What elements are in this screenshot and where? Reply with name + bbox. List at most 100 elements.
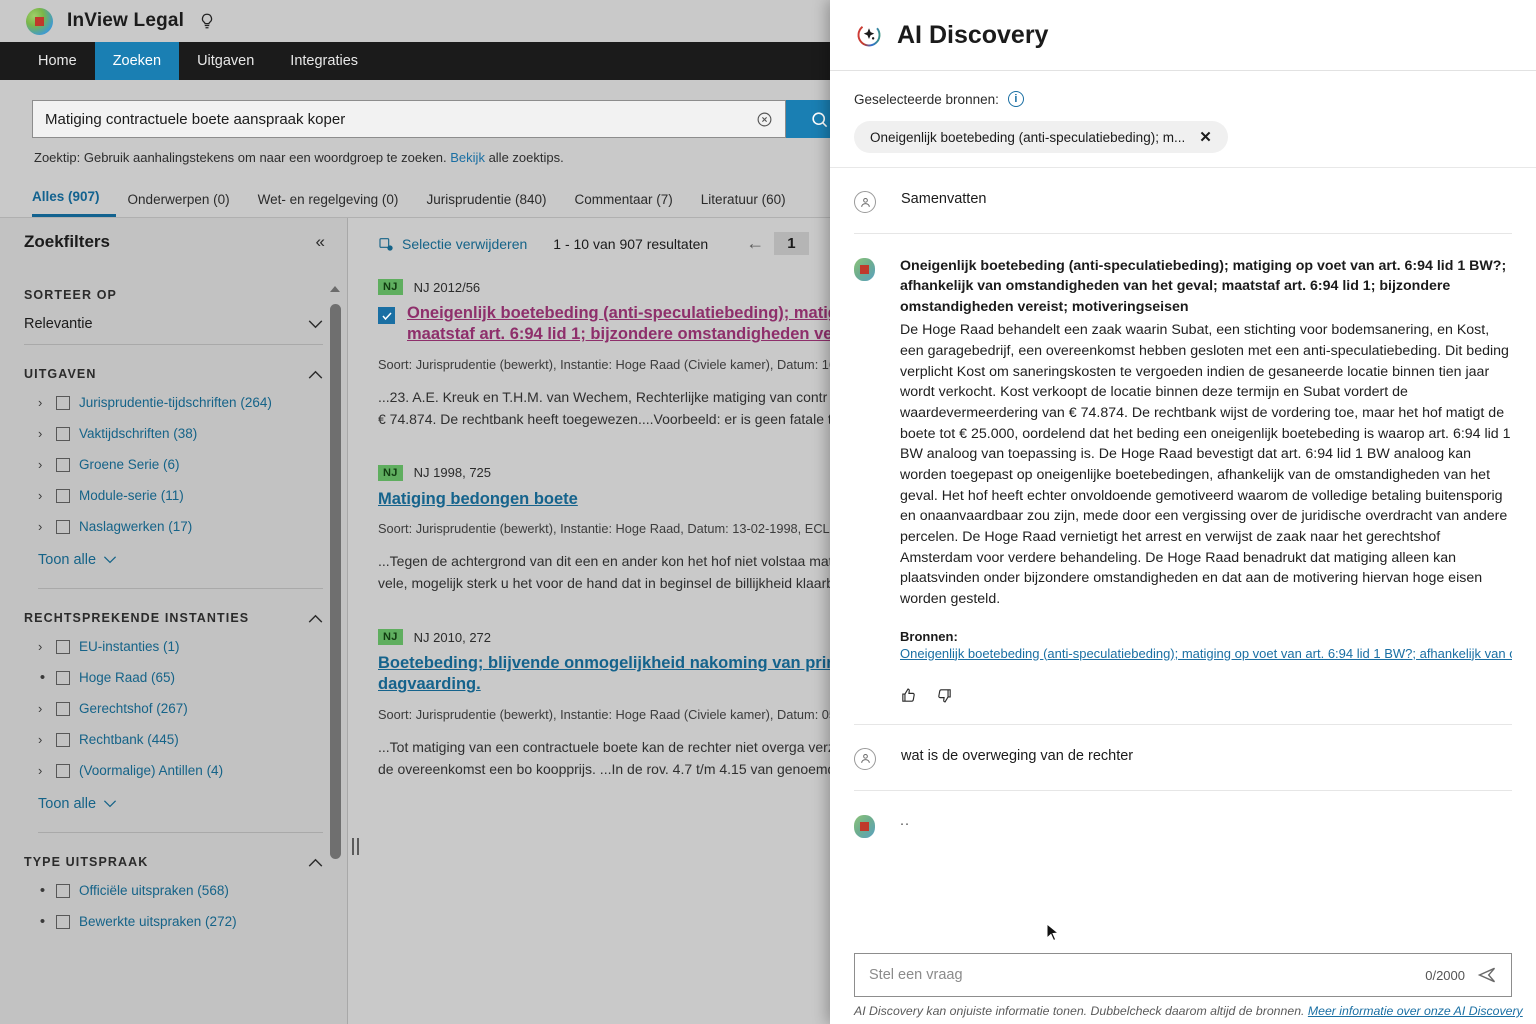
filter-divider bbox=[38, 832, 323, 833]
tab-wet-en-regelgeving[interactable]: Wet- en regelgeving (0) bbox=[258, 192, 415, 217]
filter-item[interactable]: •Officiële uitspraken (568) bbox=[24, 875, 323, 906]
filters-title: Zoekfilters bbox=[24, 232, 110, 252]
tab-literatuur[interactable]: Literatuur (60) bbox=[701, 192, 802, 217]
ask-question-box[interactable]: 0/2000 bbox=[854, 953, 1512, 997]
show-all-instanties[interactable]: Toon alle bbox=[24, 786, 323, 816]
results-count: 1 - 10 van 907 resultaten bbox=[553, 236, 708, 252]
filter-item[interactable]: › EU-instanties (1) bbox=[24, 631, 323, 662]
close-icon[interactable]: ✕ bbox=[1199, 128, 1212, 146]
tab-commentaar[interactable]: Commentaar (7) bbox=[575, 192, 689, 217]
ai-disclaimer-link[interactable]: Meer informatie over onze AI Discovery bbox=[1308, 1004, 1523, 1018]
chevron-right-icon[interactable]: › bbox=[38, 426, 47, 441]
filter-item[interactable]: › Module-serie (11) bbox=[24, 480, 323, 511]
filter-label[interactable]: (Voormalige) Antillen (4) bbox=[79, 763, 223, 778]
filter-label[interactable]: Module-serie (11) bbox=[79, 488, 184, 503]
search-tip-prefix: Zoektip: Gebruik aanhalingstekens om naa… bbox=[34, 150, 450, 165]
filter-item[interactable]: › Jurisprudentie-tijdschriften (264) bbox=[24, 387, 323, 418]
filter-label[interactable]: Naslagwerken (17) bbox=[79, 519, 192, 534]
send-icon[interactable] bbox=[1477, 965, 1497, 985]
info-icon[interactable]: i bbox=[1008, 91, 1024, 107]
filters-header: Zoekfilters « bbox=[0, 218, 347, 266]
filter-checkbox[interactable] bbox=[56, 671, 70, 685]
lightbulb-icon[interactable] bbox=[198, 12, 216, 30]
chat-user-text: wat is de overweging van de rechter bbox=[901, 747, 1133, 770]
collapse-left-icon[interactable]: « bbox=[316, 232, 325, 252]
filter-label[interactable]: Rechtbank (445) bbox=[79, 732, 179, 747]
group-label-instanties: RECHTSPREKENDE INSTANTIES bbox=[24, 611, 249, 625]
bullet-icon: • bbox=[38, 670, 47, 685]
panel-splitter[interactable] bbox=[348, 218, 364, 1024]
clear-circle-icon[interactable] bbox=[756, 111, 773, 128]
nav-item-home[interactable]: Home bbox=[20, 42, 95, 80]
filter-item[interactable]: › Rechtbank (445) bbox=[24, 724, 323, 755]
filter-checkbox[interactable] bbox=[56, 915, 70, 929]
filter-checkbox[interactable] bbox=[56, 520, 70, 534]
filter-label[interactable]: Groene Serie (6) bbox=[79, 457, 180, 472]
nav-item-zoeken[interactable]: Zoeken bbox=[95, 42, 179, 80]
filter-checkbox[interactable] bbox=[56, 489, 70, 503]
tab-onderwerpen[interactable]: Onderwerpen (0) bbox=[128, 192, 246, 217]
filter-checkbox[interactable] bbox=[56, 733, 70, 747]
filter-checkbox[interactable] bbox=[56, 396, 70, 410]
tab-alles[interactable]: Alles (907) bbox=[32, 189, 116, 217]
filter-label[interactable]: Vaktijdschriften (38) bbox=[79, 426, 197, 441]
answer-feedback bbox=[900, 687, 1512, 704]
result-title-link[interactable]: Matiging bedongen boete bbox=[378, 489, 578, 510]
chevron-right-icon[interactable]: › bbox=[38, 732, 47, 747]
chevron-right-icon[interactable]: › bbox=[38, 701, 47, 716]
filter-label[interactable]: Officiële uitspraken (568) bbox=[79, 883, 229, 898]
filter-label[interactable]: Jurisprudentie-tijdschriften (264) bbox=[79, 395, 272, 410]
tab-jurisprudentie[interactable]: Jurisprudentie (840) bbox=[426, 192, 562, 217]
search-input[interactable]: Matiging contractuele boete aanspraak ko… bbox=[32, 100, 786, 138]
chevron-right-icon[interactable]: › bbox=[38, 488, 47, 503]
clear-selection-button[interactable]: Selectie verwijderen bbox=[378, 236, 527, 252]
filter-group-title-type-uitspraak[interactable]: TYPE UITSPRAAK bbox=[24, 855, 323, 869]
scroll-up-arrow-icon[interactable] bbox=[330, 286, 340, 292]
chevron-right-icon[interactable]: › bbox=[38, 639, 47, 654]
filter-item[interactable]: › Naslagwerken (17) bbox=[24, 511, 323, 542]
source-chip[interactable]: Oneigenlijk boetebeding (anti-speculatie… bbox=[854, 121, 1228, 153]
result-checkbox-checked[interactable] bbox=[378, 307, 395, 324]
filter-checkbox[interactable] bbox=[56, 458, 70, 472]
filter-item[interactable]: • Hoge Raad (65) bbox=[24, 662, 323, 693]
ask-question-input[interactable] bbox=[869, 967, 1413, 983]
filter-checkbox[interactable] bbox=[56, 884, 70, 898]
user-avatar-icon bbox=[854, 191, 876, 213]
app-brand-title: InView Legal bbox=[67, 10, 184, 32]
nav-item-uitgaven[interactable]: Uitgaven bbox=[179, 42, 272, 80]
answer-source-link[interactable]: Oneigenlijk boetebeding (anti-speculatie… bbox=[900, 646, 1512, 661]
chevron-right-icon[interactable]: › bbox=[38, 519, 47, 534]
bullet-icon: • bbox=[38, 914, 47, 929]
nj-badge-icon: NJ bbox=[378, 629, 403, 645]
nav-item-integraties[interactable]: Integraties bbox=[272, 42, 376, 80]
filter-group-title-instanties[interactable]: RECHTSPREKENDE INSTANTIES bbox=[24, 611, 323, 625]
filters-scrollbar-thumb[interactable] bbox=[330, 304, 341, 859]
filter-checkbox[interactable] bbox=[56, 702, 70, 716]
filter-item[interactable]: › (Voormalige) Antillen (4) bbox=[24, 755, 323, 786]
page-1-button[interactable]: 1 bbox=[774, 232, 808, 255]
show-all-uitgaven[interactable]: Toon alle bbox=[24, 542, 323, 572]
filter-checkbox[interactable] bbox=[56, 427, 70, 441]
sort-select[interactable]: Relevantie bbox=[24, 308, 323, 345]
filter-item[interactable]: › Gerechtshof (267) bbox=[24, 693, 323, 724]
arrow-left-icon[interactable]: ← bbox=[746, 233, 764, 254]
filter-item[interactable]: • Bewerkte uitspraken (272) bbox=[24, 906, 323, 937]
filter-group-title-sorteer: SORTEER OP bbox=[24, 288, 323, 302]
chevron-right-icon[interactable]: › bbox=[38, 457, 47, 472]
thumbs-up-icon[interactable] bbox=[900, 687, 917, 704]
filter-item[interactable]: › Groene Serie (6) bbox=[24, 449, 323, 480]
splitter-grip-icon[interactable] bbox=[352, 838, 359, 855]
chevron-right-icon[interactable]: › bbox=[38, 395, 47, 410]
filter-group-title-uitgaven[interactable]: UITGAVEN bbox=[24, 367, 323, 381]
search-tip-link[interactable]: Bekijk bbox=[450, 150, 485, 165]
filter-label[interactable]: Bewerkte uitspraken (272) bbox=[79, 914, 237, 929]
filter-checkbox[interactable] bbox=[56, 764, 70, 778]
thumbs-down-icon[interactable] bbox=[936, 687, 953, 704]
filter-label[interactable]: EU-instanties (1) bbox=[79, 639, 180, 654]
filter-checkbox[interactable] bbox=[56, 640, 70, 654]
filter-item[interactable]: › Vaktijdschriften (38) bbox=[24, 418, 323, 449]
group-label-type-uitspraak: TYPE UITSPRAAK bbox=[24, 855, 148, 869]
chevron-right-icon[interactable]: › bbox=[38, 763, 47, 778]
filter-label[interactable]: Hoge Raad (65) bbox=[79, 670, 175, 685]
filter-label[interactable]: Gerechtshof (267) bbox=[79, 701, 188, 716]
